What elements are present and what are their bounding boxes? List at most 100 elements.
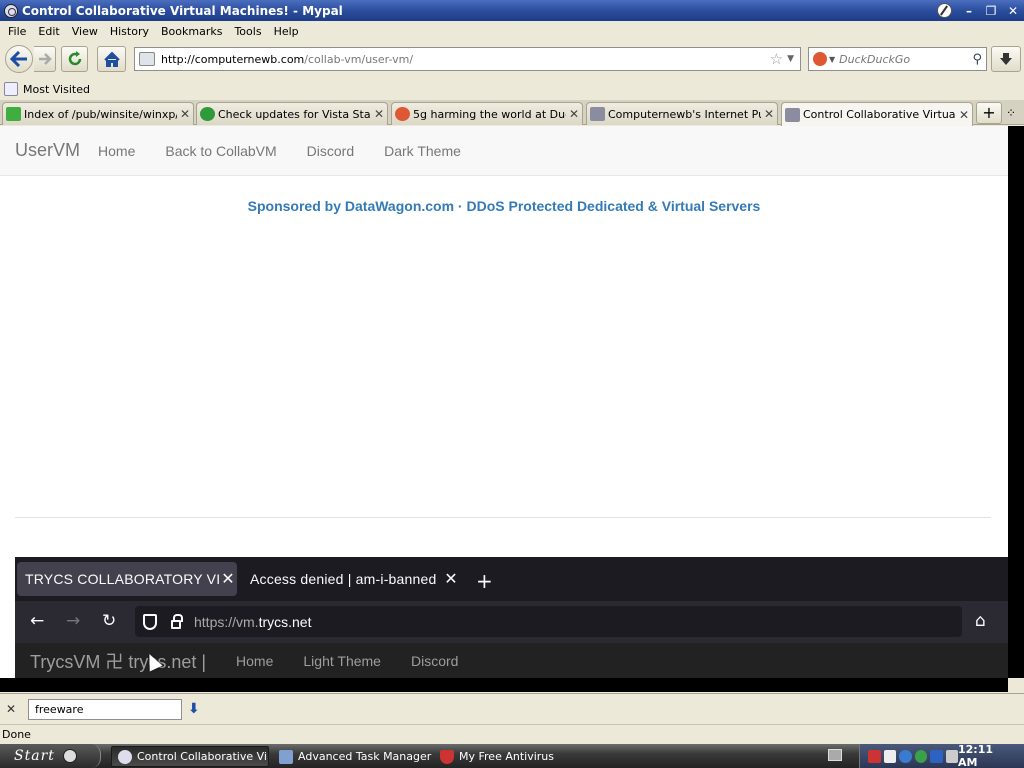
- tab-favicon-icon: [395, 107, 410, 121]
- vm-tab-access-denied[interactable]: Access denied | am-i-banned ✕: [240, 562, 460, 596]
- tab-close-icon[interactable]: ✕: [566, 107, 582, 121]
- menu-bookmarks[interactable]: Bookmarks: [155, 25, 228, 38]
- start-button[interactable]: Start: [0, 744, 101, 768]
- window-titlebar[interactable]: Control Collaborative Virtual Machines! …: [0, 0, 1024, 21]
- vm-tab-close-icon[interactable]: ✕: [442, 569, 460, 589]
- menu-history[interactable]: History: [104, 25, 155, 38]
- vm-tab-label: Access denied | am-i-banned: [250, 571, 437, 587]
- system-tray: 12:11 AM: [859, 743, 1024, 768]
- mypal-app-icon: [4, 3, 18, 18]
- page-side-strip: [1008, 126, 1024, 678]
- vm-url-text: https://vm.trycs.net: [194, 614, 311, 630]
- back-arrow-icon: [10, 51, 27, 67]
- task-manager-icon: [279, 749, 293, 764]
- tab-winsite-index[interactable]: Index of /pub/winsite/winxp/... ✕: [2, 102, 194, 125]
- vm-screen[interactable]: TRYCS COLLABORATORY VIRTUAL ✕ Access den…: [15, 557, 1008, 678]
- bookmarks-toolbar: Most Visited: [0, 78, 1024, 100]
- tray-w-icon[interactable]: [883, 749, 896, 763]
- most-visited-icon: [4, 82, 18, 96]
- reload-button[interactable]: [61, 46, 88, 72]
- volume-tray-icon[interactable]: [945, 749, 958, 763]
- tab-favicon-icon: [785, 107, 800, 122]
- task-my-free-antivirus[interactable]: My Free Antivirus: [434, 746, 594, 767]
- site-brand[interactable]: UserVM: [15, 140, 80, 161]
- vm-url-prefix: https://vm.: [194, 613, 259, 630]
- antivirus-tray-icon[interactable]: [868, 749, 881, 763]
- home-button[interactable]: [97, 46, 126, 72]
- tab-favicon-icon: [590, 107, 605, 121]
- vm-nav-light-theme[interactable]: Light Theme: [303, 653, 381, 669]
- keyboard-icon[interactable]: [828, 749, 842, 761]
- clock[interactable]: 12:11 AM: [958, 743, 1014, 768]
- engine-dropdown-icon[interactable]: ▼: [829, 55, 835, 64]
- vm-site-brand[interactable]: TrycsVM 卍 trycs.net |: [30, 648, 206, 674]
- duckduckgo-engine-icon[interactable]: [813, 52, 827, 66]
- menu-help[interactable]: Help: [268, 25, 305, 38]
- find-bar: ✕ freeware ⬇: [0, 693, 1024, 724]
- bookmark-most-visited[interactable]: Most Visited: [23, 83, 90, 96]
- vm-nav-discord[interactable]: Discord: [411, 653, 458, 669]
- shield-tray-icon[interactable]: [930, 749, 943, 763]
- tab-close-icon[interactable]: ✕: [371, 107, 387, 121]
- tab-label: Control Collaborative Virtual ...: [803, 108, 956, 121]
- search-icon[interactable]: ⚲: [972, 52, 982, 67]
- address-bar[interactable]: http://computernewb.com/collab-vm/user-v…: [134, 47, 801, 71]
- find-close-icon[interactable]: ✕: [6, 702, 24, 716]
- close-window-button[interactable]: ✕: [1002, 2, 1024, 19]
- nav-back-collabvm-link[interactable]: Back to CollabVM: [165, 143, 276, 159]
- menu-tools[interactable]: Tools: [228, 25, 267, 38]
- tab-computernewb[interactable]: Computernewb's Internet Pu... ✕: [586, 102, 778, 125]
- url-text[interactable]: http://computernewb.com/collab-vm/user-v…: [161, 53, 770, 66]
- url-dropdown-icon[interactable]: ▼: [787, 54, 794, 64]
- security-tray-icon[interactable]: [914, 749, 927, 763]
- downloads-button[interactable]: [991, 46, 1021, 72]
- vm-lock-icon[interactable]: [171, 613, 183, 629]
- taskbar: Start Control Collaborative Vir... Advan…: [0, 743, 1024, 768]
- minimize-button[interactable]: –: [958, 2, 980, 19]
- task-advanced-task-manager[interactable]: Advanced Task Manager: [273, 746, 433, 767]
- network-tray-icon[interactable]: [899, 749, 912, 763]
- tab-control-collaborative[interactable]: Control Collaborative Virtual ... ✕: [781, 102, 973, 126]
- sponsor-link[interactable]: Sponsored by DataWagon.com · DDoS Protec…: [0, 198, 1008, 214]
- forward-button[interactable]: [34, 46, 56, 72]
- status-text: Done: [2, 728, 31, 741]
- tab-close-icon[interactable]: ✕: [761, 107, 777, 121]
- vm-home-icon[interactable]: ⌂: [975, 611, 986, 631]
- site-identity-icon[interactable]: [139, 52, 155, 66]
- tab-duckduckgo[interactable]: 5g harming the world at Duck... ✕: [391, 102, 583, 125]
- find-next-arrow-icon[interactable]: ⬇: [188, 701, 200, 717]
- new-tab-button[interactable]: +: [976, 102, 1002, 124]
- nav-dark-theme-link[interactable]: Dark Theme: [384, 143, 461, 159]
- vm-forward-icon[interactable]: →: [66, 611, 80, 631]
- tab-vista-start[interactable]: Check updates for Vista Start... ✕: [196, 102, 388, 125]
- tab-list-icon[interactable]: ⁘: [1006, 106, 1016, 120]
- vm-nav-home[interactable]: Home: [236, 653, 273, 669]
- task-mypal[interactable]: Control Collaborative Vir...: [111, 746, 269, 767]
- vm-page-navbar: TrycsVM 卍 trycs.net | Home Light Theme D…: [15, 643, 1008, 678]
- rim-indicator-icon: [937, 3, 952, 18]
- back-button[interactable]: [5, 45, 33, 73]
- menu-bar: File Edit View History Bookmarks Tools H…: [0, 21, 1024, 41]
- nav-home-link[interactable]: Home: [98, 143, 135, 159]
- download-arrow-icon: [1000, 53, 1012, 65]
- tab-close-icon[interactable]: ✕: [177, 107, 193, 121]
- search-bar[interactable]: ▼ DuckDuckGo ⚲: [808, 47, 987, 71]
- search-input[interactable]: DuckDuckGo: [839, 53, 972, 66]
- tab-close-icon[interactable]: ✕: [956, 108, 972, 122]
- navigation-toolbar: http://computernewb.com/collab-vm/user-v…: [0, 41, 1024, 78]
- vm-tab-close-icon[interactable]: ✕: [219, 569, 237, 589]
- nav-discord-link[interactable]: Discord: [307, 143, 354, 159]
- url-host: http://computernewb.com: [161, 52, 305, 66]
- vm-address-bar[interactable]: https://vm.trycs.net: [135, 606, 962, 637]
- vm-back-icon[interactable]: ←: [30, 611, 44, 631]
- vm-tab-trycs[interactable]: TRYCS COLLABORATORY VIRTUAL ✕: [17, 562, 237, 596]
- find-input[interactable]: freeware: [28, 698, 182, 720]
- menu-edit[interactable]: Edit: [32, 25, 65, 38]
- menu-view[interactable]: View: [66, 25, 104, 38]
- bookmark-star-icon[interactable]: ☆: [770, 50, 783, 68]
- vm-reload-icon[interactable]: ↻: [102, 611, 116, 631]
- menu-file[interactable]: File: [2, 25, 32, 38]
- vm-shield-icon[interactable]: [143, 613, 157, 630]
- restore-button[interactable]: ❐: [980, 2, 1002, 19]
- vm-new-tab-icon[interactable]: +: [476, 569, 493, 593]
